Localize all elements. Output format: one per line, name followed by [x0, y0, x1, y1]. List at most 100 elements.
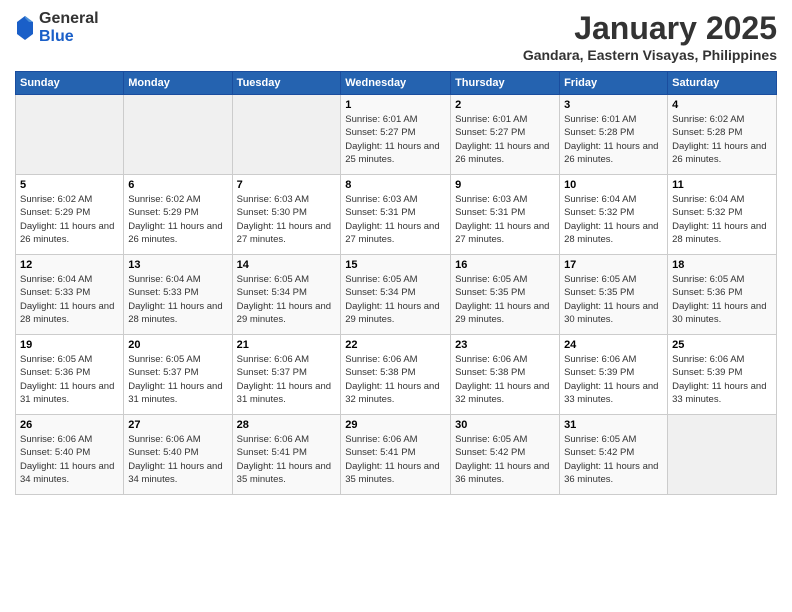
- day-info: Sunrise: 6:05 AMSunset: 5:35 PMDaylight:…: [455, 273, 555, 326]
- calendar-cell: 10Sunrise: 6:04 AMSunset: 5:32 PMDayligh…: [560, 175, 668, 255]
- calendar-cell: [124, 95, 232, 175]
- day-number: 31: [564, 419, 663, 431]
- day-info: Sunrise: 6:05 AMSunset: 5:34 PMDaylight:…: [237, 273, 337, 326]
- calendar-cell: 5 Sunrise: 6:02 AMSunset: 5:29 PMDaylight…: [16, 175, 124, 255]
- month-title: January 2025: [523, 10, 777, 47]
- day-number: 28: [237, 419, 337, 431]
- calendar-cell: 29Sunrise: 6:06 AMSunset: 5:41 PMDayligh…: [341, 415, 451, 495]
- day-info: Sunrise: 6:03 AMSunset: 5:31 PMDaylight:…: [455, 193, 555, 246]
- calendar-cell: [16, 95, 124, 175]
- weekday-friday: Friday: [560, 72, 668, 95]
- calendar-body: 1Sunrise: 6:01 AMSunset: 5:27 PMDaylight…: [16, 95, 777, 495]
- day-info: Sunrise: 6:01 AMSunset: 5:27 PMDaylight:…: [455, 113, 555, 166]
- day-info: Sunrise: 6:02 AMSunset: 5:29 PMDaylight:…: [20, 193, 119, 246]
- day-info: Sunrise: 6:02 AMSunset: 5:28 PMDaylight:…: [672, 113, 772, 166]
- day-info: Sunrise: 6:06 AMSunset: 5:39 PMDaylight:…: [672, 353, 772, 406]
- weekday-monday: Monday: [124, 72, 232, 95]
- day-number: 24: [564, 339, 663, 351]
- day-number: 14: [237, 259, 337, 271]
- day-number: 26: [20, 419, 119, 431]
- logo-general: General: [39, 10, 99, 28]
- calendar-cell: 16 Sunrise: 6:05 AMSunset: 5:35 PMDayligh…: [451, 255, 560, 335]
- day-info: Sunrise: 6:06 AMSunset: 5:41 PMDaylight:…: [345, 433, 446, 486]
- calendar-cell: 25Sunrise: 6:06 AMSunset: 5:39 PMDayligh…: [668, 335, 777, 415]
- calendar-cell: 13 Sunrise: 6:04 AMSunset: 5:33 PMDayligh…: [124, 255, 232, 335]
- calendar-cell: 6Sunrise: 6:02 AMSunset: 5:29 PMDaylight…: [124, 175, 232, 255]
- weekday-header-row: SundayMondayTuesdayWednesdayThursdayFrid…: [16, 72, 777, 95]
- day-info: Sunrise: 6:05 AMSunset: 5:34 PMDaylight:…: [345, 273, 446, 326]
- calendar-cell: 24 Sunrise: 6:06 AMSunset: 5:39 PMDayligh…: [560, 335, 668, 415]
- day-number: 3: [564, 99, 663, 111]
- day-number: 30: [455, 419, 555, 431]
- logo-icon: [15, 14, 35, 42]
- day-info: Sunrise: 6:05 AMSunset: 5:42 PMDaylight:…: [564, 433, 663, 486]
- day-info: Sunrise: 6:01 AMSunset: 5:28 PMDaylight:…: [564, 113, 663, 166]
- day-number: 27: [128, 419, 227, 431]
- calendar-cell: 27 Sunrise: 6:06 AMSunset: 5:40 PMDayligh…: [124, 415, 232, 495]
- day-info: Sunrise: 6:03 AMSunset: 5:31 PMDaylight:…: [345, 193, 446, 246]
- calendar-cell: 18Sunrise: 6:05 AMSunset: 5:36 PMDayligh…: [668, 255, 777, 335]
- calendar-cell: 28 Sunrise: 6:06 AMSunset: 5:41 PMDayligh…: [232, 415, 341, 495]
- calendar-cell: 12 Sunrise: 6:04 AMSunset: 5:33 PMDayligh…: [16, 255, 124, 335]
- day-number: 4: [672, 99, 772, 111]
- calendar-cell: 19Sunrise: 6:05 AMSunset: 5:36 PMDayligh…: [16, 335, 124, 415]
- weekday-wednesday: Wednesday: [341, 72, 451, 95]
- day-info: Sunrise: 6:04 AMSunset: 5:32 PMDaylight:…: [672, 193, 772, 246]
- calendar-week-5: 26 Sunrise: 6:06 AMSunset: 5:40 PMDayligh…: [16, 415, 777, 495]
- calendar-cell: 9 Sunrise: 6:03 AMSunset: 5:31 PMDaylight…: [451, 175, 560, 255]
- day-info: Sunrise: 6:02 AMSunset: 5:29 PMDaylight:…: [128, 193, 227, 246]
- weekday-tuesday: Tuesday: [232, 72, 341, 95]
- day-info: Sunrise: 6:06 AMSunset: 5:39 PMDaylight:…: [564, 353, 663, 406]
- weekday-thursday: Thursday: [451, 72, 560, 95]
- day-info: Sunrise: 6:05 AMSunset: 5:35 PMDaylight:…: [564, 273, 663, 326]
- calendar-cell: 8Sunrise: 6:03 AMSunset: 5:31 PMDaylight…: [341, 175, 451, 255]
- day-number: 23: [455, 339, 555, 351]
- calendar-cell: 17 Sunrise: 6:05 AMSunset: 5:35 PMDayligh…: [560, 255, 668, 335]
- calendar-week-1: 1Sunrise: 6:01 AMSunset: 5:27 PMDaylight…: [16, 95, 777, 175]
- calendar-cell: [668, 415, 777, 495]
- logo: General Blue: [15, 10, 99, 45]
- calendar-cell: 11Sunrise: 6:04 AMSunset: 5:32 PMDayligh…: [668, 175, 777, 255]
- calendar-cell: 14 Sunrise: 6:05 AMSunset: 5:34 PMDayligh…: [232, 255, 341, 335]
- calendar-cell: 15Sunrise: 6:05 AMSunset: 5:34 PMDayligh…: [341, 255, 451, 335]
- calendar-week-4: 19Sunrise: 6:05 AMSunset: 5:36 PMDayligh…: [16, 335, 777, 415]
- calendar-cell: 3 Sunrise: 6:01 AMSunset: 5:28 PMDaylight…: [560, 95, 668, 175]
- day-number: 12: [20, 259, 119, 271]
- day-number: 22: [345, 339, 446, 351]
- day-info: Sunrise: 6:06 AMSunset: 5:40 PMDaylight:…: [20, 433, 119, 486]
- day-info: Sunrise: 6:06 AMSunset: 5:38 PMDaylight:…: [345, 353, 446, 406]
- day-info: Sunrise: 6:01 AMSunset: 5:27 PMDaylight:…: [345, 113, 446, 166]
- day-info: Sunrise: 6:06 AMSunset: 5:40 PMDaylight:…: [128, 433, 227, 486]
- day-info: Sunrise: 6:06 AMSunset: 5:41 PMDaylight:…: [237, 433, 337, 486]
- title-block: January 2025 Gandara, Eastern Visayas, P…: [523, 10, 777, 63]
- day-number: 16: [455, 259, 555, 271]
- day-number: 7: [237, 179, 337, 191]
- day-number: 13: [128, 259, 227, 271]
- day-info: Sunrise: 6:04 AMSunset: 5:33 PMDaylight:…: [128, 273, 227, 326]
- day-number: 18: [672, 259, 772, 271]
- day-number: 9: [455, 179, 555, 191]
- calendar-cell: [232, 95, 341, 175]
- day-info: Sunrise: 6:06 AMSunset: 5:38 PMDaylight:…: [455, 353, 555, 406]
- day-info: Sunrise: 6:04 AMSunset: 5:32 PMDaylight:…: [564, 193, 663, 246]
- calendar-cell: 2 Sunrise: 6:01 AMSunset: 5:27 PMDaylight…: [451, 95, 560, 175]
- weekday-saturday: Saturday: [668, 72, 777, 95]
- day-info: Sunrise: 6:06 AMSunset: 5:37 PMDaylight:…: [237, 353, 337, 406]
- day-info: Sunrise: 6:04 AMSunset: 5:33 PMDaylight:…: [20, 273, 119, 326]
- calendar-cell: 7 Sunrise: 6:03 AMSunset: 5:30 PMDaylight…: [232, 175, 341, 255]
- calendar-week-3: 12 Sunrise: 6:04 AMSunset: 5:33 PMDayligh…: [16, 255, 777, 335]
- day-info: Sunrise: 6:03 AMSunset: 5:30 PMDaylight:…: [237, 193, 337, 246]
- day-number: 20: [128, 339, 227, 351]
- day-number: 5: [20, 179, 119, 191]
- calendar-week-2: 5 Sunrise: 6:02 AMSunset: 5:29 PMDaylight…: [16, 175, 777, 255]
- day-number: 2: [455, 99, 555, 111]
- calendar-cell: 30Sunrise: 6:05 AMSunset: 5:42 PMDayligh…: [451, 415, 560, 495]
- calendar-cell: 1Sunrise: 6:01 AMSunset: 5:27 PMDaylight…: [341, 95, 451, 175]
- day-number: 17: [564, 259, 663, 271]
- weekday-sunday: Sunday: [16, 72, 124, 95]
- calendar-cell: 23 Sunrise: 6:06 AMSunset: 5:38 PMDayligh…: [451, 335, 560, 415]
- calendar-cell: 31 Sunrise: 6:05 AMSunset: 5:42 PMDayligh…: [560, 415, 668, 495]
- calendar-table: SundayMondayTuesdayWednesdayThursdayFrid…: [15, 71, 777, 495]
- calendar-cell: 22 Sunrise: 6:06 AMSunset: 5:38 PMDayligh…: [341, 335, 451, 415]
- calendar-cell: 26 Sunrise: 6:06 AMSunset: 5:40 PMDayligh…: [16, 415, 124, 495]
